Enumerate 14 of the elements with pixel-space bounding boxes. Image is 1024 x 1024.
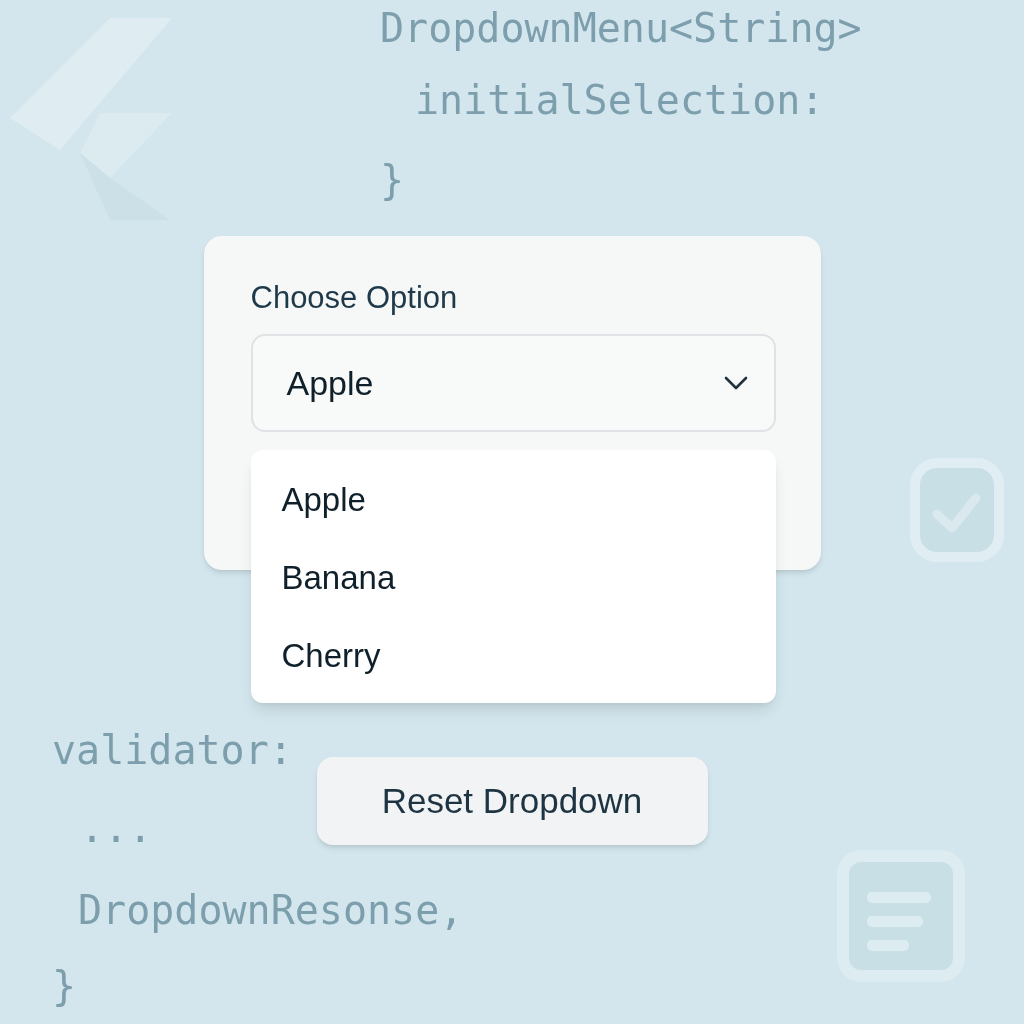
code-text: } — [52, 962, 77, 1011]
field-label: Choose Option — [250, 279, 458, 317]
code-text: } — [380, 156, 405, 205]
menu-item[interactable]: Banana — [250, 539, 776, 617]
chevron-down-icon — [723, 376, 748, 390]
code-text: ... — [80, 804, 153, 853]
code-text: DropdownMenu<String> — [380, 4, 862, 53]
code-text: DropdownResonse, — [78, 886, 464, 935]
reset-button[interactable]: Reset Dropdown — [316, 757, 708, 845]
menu-item[interactable]: Apple — [250, 461, 776, 539]
code-text: validator: — [52, 726, 293, 775]
code-text: initialSelection: — [415, 76, 825, 125]
select-field[interactable]: Apple — [250, 334, 776, 432]
menu-item[interactable]: Cherry — [250, 617, 776, 695]
